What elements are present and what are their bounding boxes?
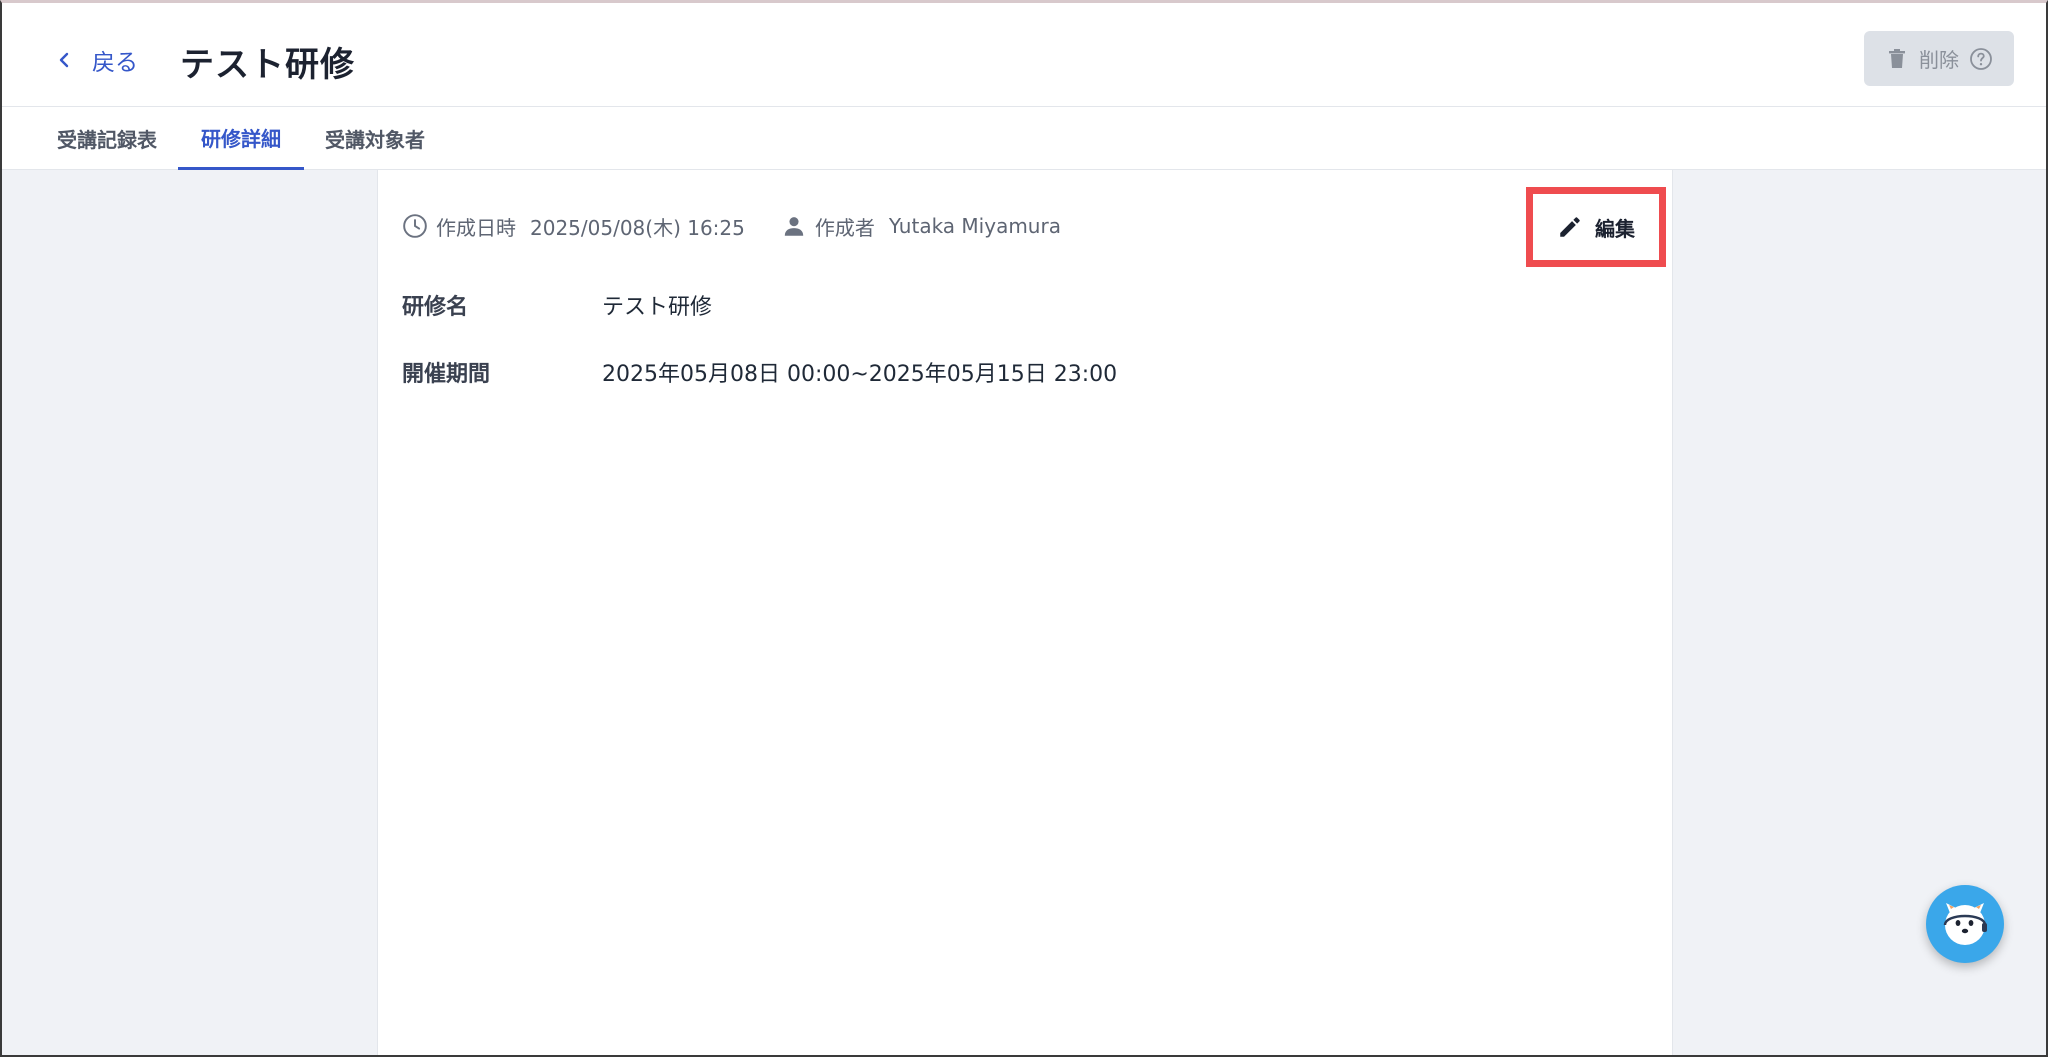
back-button[interactable]: 戻る <box>54 43 138 77</box>
field-label: 研修名 <box>402 295 469 320</box>
tab-attendance-record[interactable]: 受講記録表 <box>44 107 170 170</box>
field-period: 開催期間 2025年05月08日 00:00~2025年05月15日 23:00 <box>402 355 1117 389</box>
app-window: 戻る テスト研修 削除 受講記録表 研修詳細 受講対象者 作成日時 2025/0… <box>0 0 2048 1057</box>
pencil-icon <box>1560 217 1580 237</box>
field-value: テスト研修 <box>602 295 713 320</box>
trash-icon <box>1889 48 1905 68</box>
clock-icon <box>403 214 427 238</box>
person-icon <box>784 217 804 236</box>
field-value: 2025年05月08日 00:00~2025年05月15日 23:00 <box>602 362 1118 387</box>
chevron-left-icon <box>59 52 69 68</box>
header: 戻る テスト研修 削除 <box>2 3 2046 107</box>
edit-label: 編集 <box>1595 216 1635 241</box>
tab-target-attendees[interactable]: 受講対象者 <box>312 107 438 170</box>
field-training-name: 研修名 テスト研修 <box>402 288 712 322</box>
field-label: 開催期間 <box>402 362 491 387</box>
author-label: 作成者 <box>814 215 875 240</box>
delete-button[interactable]: 削除 <box>1864 31 2014 86</box>
detail-panel: 作成日時 2025/05/08(木) 16:25 作成者 Yutaka Miya… <box>377 170 1673 1055</box>
created-value: 2025/05/08(木) 16:25 <box>530 215 745 240</box>
help-circle-icon[interactable] <box>1969 47 1993 71</box>
author-value: Yutaka Miyamura <box>888 214 1061 238</box>
tab-training-details[interactable]: 研修詳細 <box>178 107 304 170</box>
tab-bar: 受講記録表 研修詳細 受講対象者 <box>2 107 2046 170</box>
page-title: テスト研修 <box>180 45 355 85</box>
meta-info: 作成日時 2025/05/08(木) 16:25 作成者 Yutaka Miya… <box>402 212 1061 240</box>
back-label: 戻る <box>92 50 138 76</box>
delete-label: 削除 <box>1919 48 1959 72</box>
chat-assistant-button[interactable] <box>1926 885 2004 963</box>
mascot-icon <box>1943 903 1987 945</box>
created-label: 作成日時 <box>436 215 516 240</box>
edit-button[interactable]: 編集 <box>1526 187 1666 267</box>
